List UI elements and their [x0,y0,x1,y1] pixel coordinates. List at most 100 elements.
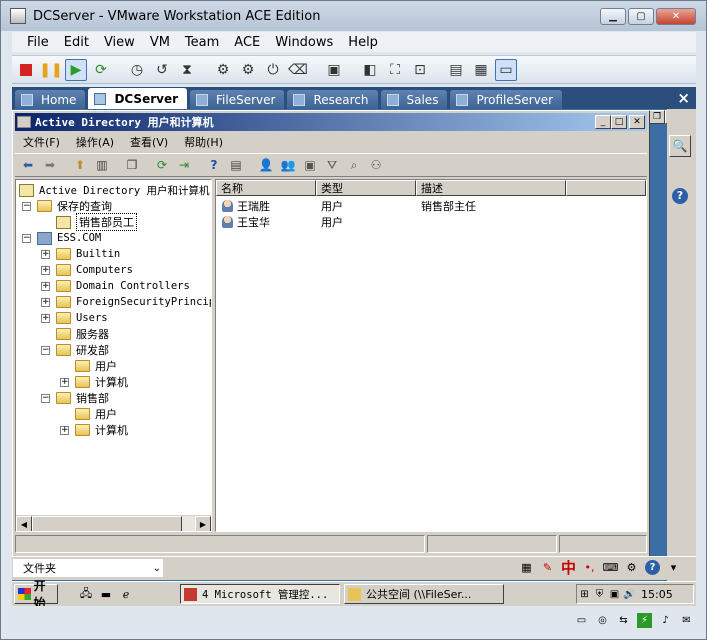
team-button-4[interactable]: ⌫ [287,59,309,81]
tab-research[interactable]: Research [287,90,378,109]
maximize-icon[interactable]: □ [611,115,627,129]
menu-help[interactable]: Help [348,35,378,50]
collapse-icon[interactable]: − [41,345,50,355]
menu-view[interactable]: 查看(V) [130,134,168,150]
tree-domain-controllers[interactable]: + Domain Controllers [41,278,190,294]
hard-disk-icon[interactable]: ▭ [574,613,589,628]
team-button-3[interactable]: ⏻ [262,59,284,81]
expand-icon[interactable]: + [41,313,50,323]
tree-sales-staff-query[interactable]: 销售部员工 [56,213,137,231]
tree-servers[interactable]: 服务器 [56,326,109,342]
guest-display[interactable]: ❐ ✕ 🔍 ? Active Directory 用户和计算机 _ □ ✕ 文件… [12,109,696,610]
suspend-button[interactable]: ❚❚ [39,59,62,81]
console-tree[interactable]: Active Directory 用户和计算机 − 保存的查询 销售部员工 − [15,179,212,532]
ime-language-indicator[interactable]: 中 [560,559,577,577]
cdrom-icon[interactable]: ◎ [595,613,610,628]
display-icon[interactable]: ▣ [607,587,622,602]
security-icon[interactable]: ⛨ [592,587,607,602]
tree-saved-queries[interactable]: − 保存的查询 [22,198,112,214]
close-button[interactable]: ✕ [656,8,696,25]
menu-team[interactable]: Team [185,35,219,50]
menu-windows[interactable]: Windows [275,35,333,50]
close-tab-icon[interactable]: × [677,89,690,107]
expand-icon[interactable]: + [41,297,50,307]
export-button[interactable]: ⇥ [175,156,193,174]
chevron-down-icon[interactable]: ⌄ [153,563,161,574]
tree-builtin[interactable]: + Builtin [41,246,120,262]
tab-sales[interactable]: Sales [380,90,448,109]
expand-icon[interactable]: + [41,265,50,275]
tab-dcserver[interactable]: DCServer [88,88,188,109]
maximize-button[interactable]: ▢ [628,8,654,25]
refresh-button[interactable]: ⟳ [153,156,171,174]
summary-view-button[interactable]: ▤ [445,59,467,81]
show-tree-button[interactable]: ▥ [93,156,111,174]
expand-icon[interactable]: + [41,249,50,259]
find-button[interactable]: ⌕ [345,156,363,174]
menu-help[interactable]: 帮助(H) [184,134,223,150]
tree-sales-computers[interactable]: + 计算机 [60,422,128,438]
tree-sales-department[interactable]: − 销售部 [41,390,109,406]
snapshot-button[interactable]: ◷ [126,59,148,81]
help-icon[interactable]: ? [669,185,691,207]
up-level-button[interactable]: ⬆ [71,156,89,174]
ime-tools-icon[interactable]: ⚙ [623,559,640,576]
ime-options-icon[interactable]: ▾ [665,559,682,576]
tree-sales-users[interactable]: 用户 [75,406,117,422]
scroll-right-icon[interactable]: ▶ [195,516,211,531]
menu-vm[interactable]: VM [150,35,170,50]
menu-action[interactable]: 操作(A) [76,134,114,150]
add-to-group-button[interactable]: ⚇ [367,156,385,174]
tree-computers[interactable]: + Computers [41,262,133,278]
list-item[interactable]: 王宝华 用户 [216,214,646,230]
menu-edit[interactable]: Edit [64,35,89,50]
collapse-icon[interactable]: − [22,233,31,243]
desktop-icon[interactable]: ▬ [98,586,114,602]
quick-switch-button[interactable]: ⊡ [409,59,431,81]
help-button[interactable]: ? [205,156,223,174]
console-button[interactable]: ▣ [323,59,345,81]
column-description[interactable]: 描述 [416,180,566,196]
forward-button[interactable]: ➡ [41,156,59,174]
tree-rd-department[interactable]: − 研发部 [41,342,109,358]
vmware-titlebar[interactable]: DCServer - VMware Workstation ACE Editio… [1,1,706,31]
volume-icon[interactable]: 🔊 [622,587,637,602]
reset-button[interactable]: ⟳ [90,59,112,81]
collapse-icon[interactable]: − [22,201,31,211]
minimize-icon[interactable]: _ [595,115,611,129]
power-off-button[interactable] [15,59,37,81]
column-type[interactable]: 类型 [316,180,416,196]
tree-horizontal-scrollbar[interactable]: ◀ ▶ [16,515,211,531]
full-screen-button[interactable]: ⛶ [384,59,406,81]
menu-view[interactable]: View [104,35,135,50]
collapse-icon[interactable]: − [41,393,50,403]
taskbar-item-share[interactable]: 公共空间 (\\FileSer... [344,584,504,604]
back-button[interactable]: ⬅ [19,156,37,174]
new-group-button[interactable]: 👥 [279,156,297,174]
expand-icon[interactable]: + [60,377,69,387]
start-button[interactable]: 开始 [14,579,58,610]
menu-ace[interactable]: ACE [234,35,260,50]
show-desktop-icon[interactable]: 🖧 [78,586,94,602]
revert-snapshot-button[interactable]: ↺ [151,59,173,81]
close-icon[interactable]: ✕ [629,115,645,129]
internet-explorer-icon[interactable]: ℯ [118,586,134,602]
appliance-view-button[interactable]: ▦ [470,59,492,81]
expand-icon[interactable]: + [60,425,69,435]
team-button-1[interactable]: ⚙ [212,59,234,81]
message-icon[interactable]: ✉ [679,613,694,628]
network-adapter-icon[interactable]: ⇆ [616,613,631,628]
ime-softkeyboard-icon[interactable]: ⌨ [602,559,619,576]
tab-fileserver[interactable]: FileServer [190,90,285,109]
filter-button[interactable]: ⛛ [323,156,341,174]
snapshot-manager-button[interactable]: ⧗ [176,59,198,81]
properties-button[interactable]: ▤ [227,156,245,174]
tree-users[interactable]: + Users [41,310,108,326]
tree-root[interactable]: Active Directory 用户和计算机 [19,182,209,198]
new-user-button[interactable]: 👤 [257,156,275,174]
sound-icon[interactable]: ♪ [658,613,673,628]
minimize-button[interactable]: ▁ [600,8,626,25]
network-icon[interactable]: ⊞ [577,587,592,602]
restore-icon[interactable]: ❐ [649,110,665,124]
menu-file[interactable]: 文件(F) [23,134,60,150]
